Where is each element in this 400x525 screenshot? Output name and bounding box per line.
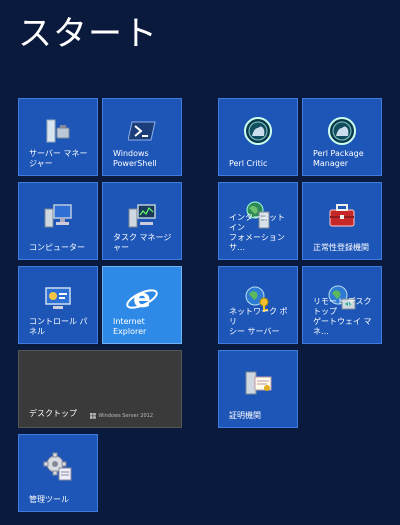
- tile-label: 正常性登録機関: [313, 243, 369, 252]
- tile-control-panel[interactable]: コントロール パネル: [18, 266, 98, 344]
- tile-label: サーバー マネー ジャー: [29, 149, 88, 168]
- tile-label: Perl Critic: [229, 159, 268, 168]
- tile-administrative-tools[interactable]: 管理ツール: [18, 434, 98, 512]
- computer-icon: [43, 201, 73, 233]
- control-panel-icon: [43, 286, 73, 316]
- tile-label: インターネット イン フォメーション サ…: [229, 213, 285, 252]
- windows-logo-icon: [90, 413, 97, 419]
- tile-label: Windows PowerShell: [113, 149, 157, 168]
- powershell-icon: [127, 120, 156, 146]
- tile-label: ネットワーク ポリ シー サーバー: [229, 307, 288, 336]
- desktop-os-label: Windows Server 2012: [98, 413, 153, 419]
- admin-tools-icon: [43, 452, 73, 486]
- windows-server-logo: Windows Server 2012: [90, 413, 153, 419]
- ie-icon: e: [125, 282, 159, 320]
- tile-remote-desktop-gateway[interactable]: リモート デスクトップ ゲートウェイ マネ…: [302, 266, 382, 344]
- perl-camel-icon: [243, 116, 273, 150]
- certificate-icon: [243, 368, 273, 402]
- tile-health-registration-authority[interactable]: 正常性登録機関: [302, 182, 382, 260]
- tile-label: コントロール パネル: [29, 317, 88, 336]
- tile-label: Perl Package Manager: [313, 149, 364, 168]
- tile-label: コンピューター: [29, 243, 85, 252]
- tile-desktop[interactable]: デスクトップ Windows Server 2012: [18, 350, 182, 428]
- tile-internet-information-services[interactable]: インターネット イン フォメーション サ…: [218, 182, 298, 260]
- tile-network-policy-server[interactable]: ネットワーク ポリ シー サーバー: [218, 266, 298, 344]
- tile-powershell[interactable]: Windows PowerShell: [102, 98, 182, 176]
- tile-server-manager[interactable]: サーバー マネー ジャー: [18, 98, 98, 176]
- tile-perl-critic[interactable]: Perl Critic: [218, 98, 298, 176]
- svg-text:e: e: [133, 284, 151, 314]
- tile-certificate-authority[interactable]: 証明機関: [218, 350, 298, 428]
- tile-label: 証明機関: [229, 411, 261, 420]
- toolbox-icon: [327, 202, 357, 232]
- tile-computer[interactable]: コンピューター: [18, 182, 98, 260]
- task-manager-icon: [127, 201, 157, 233]
- tile-task-manager[interactable]: タスク マネージャー: [102, 182, 182, 260]
- tile-label: リモート デスクトップ ゲートウェイ マネ…: [313, 297, 372, 336]
- perl-camel-icon: [327, 116, 357, 150]
- tile-label: Internet Explorer: [113, 317, 147, 336]
- tile-perl-package-manager[interactable]: Perl Package Manager: [302, 98, 382, 176]
- tile-label: タスク マネージャー: [113, 233, 172, 252]
- start-title: スタート: [18, 14, 158, 54]
- tile-label: 管理ツール: [29, 495, 69, 504]
- server-manager-icon: [43, 116, 73, 150]
- tile-internet-explorer[interactable]: e Internet Explorer: [102, 266, 182, 344]
